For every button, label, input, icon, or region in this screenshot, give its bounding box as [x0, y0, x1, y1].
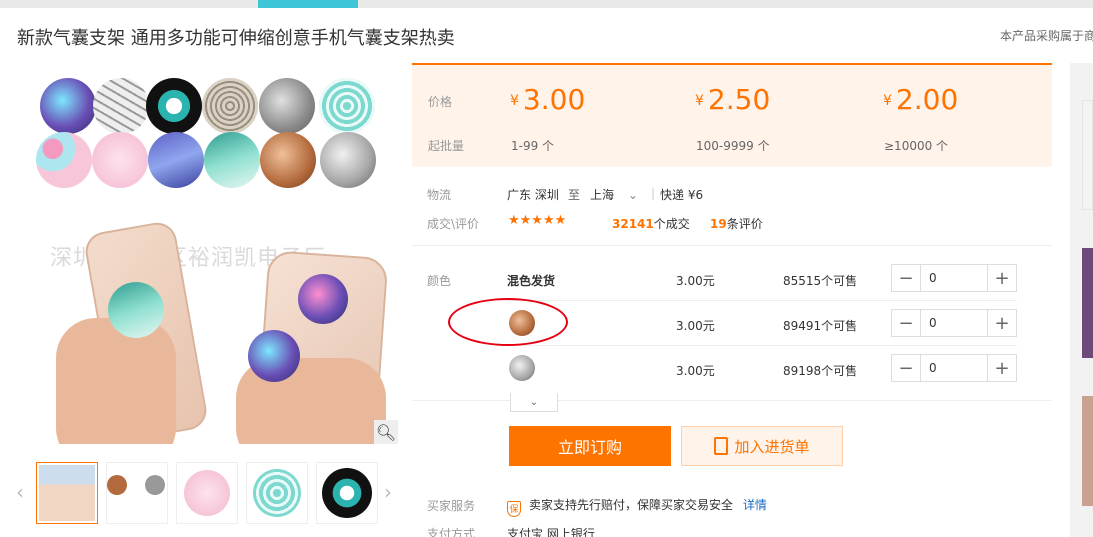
- clipboard-icon: [714, 437, 729, 455]
- thumbnail-item[interactable]: [176, 462, 238, 524]
- qty-tier-1: 1-99 个: [511, 139, 555, 153]
- hand-left: [56, 318, 176, 444]
- quantity-stepper: − 0 +: [891, 354, 1017, 382]
- add-to-cart-button[interactable]: 加入进货单: [681, 426, 843, 466]
- chevron-right-icon[interactable]: ›: [384, 480, 392, 504]
- grip-galaxy-bottom: [248, 330, 300, 382]
- thumbnail-item[interactable]: [36, 462, 98, 524]
- swatch-silver: [320, 132, 376, 188]
- divider: [507, 300, 1017, 301]
- ship-to-select[interactable]: 上海 ⌄: [590, 186, 638, 203]
- quantity-input[interactable]: 0: [920, 310, 988, 336]
- thumbnail-strip: ‹ ›: [0, 458, 400, 528]
- quantity-input[interactable]: 0: [920, 265, 988, 291]
- sku-price: 3.00元: [676, 364, 715, 378]
- plus-button[interactable]: +: [988, 310, 1016, 336]
- grip-wave: [108, 282, 164, 338]
- swatch-pink-glitter: [92, 132, 148, 188]
- order-now-button[interactable]: 立即订购: [509, 426, 671, 466]
- swatch-mint-mandala: [319, 78, 375, 134]
- swatch-mandala-light: [202, 78, 258, 134]
- divider: [412, 245, 1052, 246]
- price-label: 价格: [428, 95, 453, 109]
- recommend-item[interactable]: [1082, 100, 1093, 210]
- moq-label: 起批量: [428, 139, 465, 153]
- recommend-item[interactable]: [1082, 248, 1093, 358]
- qty-tier-2: 100-9999 个: [696, 139, 770, 153]
- rating-stars: ★★★★★: [508, 213, 567, 228]
- sku-swatch-silver[interactable]: [509, 355, 535, 381]
- payment-methods: 支付宝 网上银行: [507, 527, 595, 537]
- swatch-moon: [259, 78, 315, 134]
- chevron-down-icon: ⌄: [529, 396, 539, 408]
- highlight-annotation: [448, 298, 568, 346]
- grip-galaxy-top: [298, 274, 348, 324]
- add-to-cart-label: 加入进货单: [734, 437, 810, 456]
- sku-name: 混色发货: [507, 274, 556, 288]
- deal-count[interactable]: 32141个成交: [612, 215, 690, 232]
- sku-price: 3.00元: [676, 319, 715, 333]
- divider: [412, 400, 1052, 401]
- swatch-marble: [93, 78, 149, 134]
- product-title: 新款气囊支架 通用多功能可伸缩创意手机气囊支架热卖: [17, 28, 455, 49]
- divider: |: [651, 186, 656, 200]
- price-tier-2: ¥2.50: [695, 83, 771, 116]
- service-label: 买家服务: [427, 499, 476, 513]
- quantity-input[interactable]: 0: [920, 355, 988, 381]
- sku-stock: 85515个可售: [783, 274, 858, 288]
- minus-button[interactable]: −: [892, 355, 920, 381]
- thumbnail-item[interactable]: [246, 462, 308, 524]
- top-nav-bar: [0, 0, 1093, 8]
- swatch-wave: [204, 132, 260, 188]
- main-product-image[interactable]: 深圳市龙岗区裕润凯电子厂 shop1427627708: [36, 68, 398, 444]
- swatch-mandala-dark: [146, 78, 202, 134]
- ship-from: 广东 深圳: [507, 188, 559, 202]
- review-count[interactable]: 19条评价: [710, 215, 763, 232]
- service-details-link[interactable]: 详情: [743, 498, 767, 512]
- chevron-left-icon[interactable]: ‹: [16, 480, 24, 504]
- shield-icon: 保: [507, 500, 521, 517]
- qty-tier-3: ≥10000 个: [884, 139, 949, 153]
- ship-to-word: 至: [568, 188, 581, 202]
- plus-button[interactable]: +: [988, 355, 1016, 381]
- procurement-note: 本产品采购属于商: [1000, 29, 1093, 43]
- plus-button[interactable]: +: [988, 265, 1016, 291]
- thumbnail-item[interactable]: [316, 462, 378, 524]
- swatch-purple-pattern: [148, 132, 204, 188]
- sku-price: 3.00元: [676, 274, 715, 288]
- active-nav-tab[interactable]: [258, 0, 358, 8]
- sku-stock: 89491个可售: [783, 319, 858, 333]
- recommend-item[interactable]: [1082, 396, 1093, 506]
- swatch-galaxy: [40, 78, 96, 134]
- expand-sku-button[interactable]: ⌄: [510, 393, 558, 412]
- deals-label: 成交\评价: [427, 217, 480, 231]
- quantity-stepper: − 0 +: [891, 264, 1017, 292]
- payment-label: 支付方式: [427, 527, 476, 537]
- swatch-donuts: [36, 132, 92, 188]
- service-text: 保卖家支持先行赔付，保障买家交易安全 详情: [507, 496, 767, 517]
- swatch-copper: [260, 132, 316, 188]
- express-fee: 快递 ¥6: [660, 188, 704, 202]
- quantity-stepper: − 0 +: [891, 309, 1017, 337]
- color-label: 颜色: [427, 274, 452, 288]
- price-panel: 价格 起批量 ¥3.00 ¥2.50 ¥2.00 1-99 个 100-9999…: [412, 63, 1052, 167]
- chevron-down-icon: ⌄: [627, 188, 638, 202]
- divider: [507, 345, 1017, 346]
- minus-button[interactable]: −: [892, 265, 920, 291]
- logistics-label: 物流: [427, 188, 452, 202]
- minus-button[interactable]: −: [892, 310, 920, 336]
- thumbnail-item[interactable]: [106, 462, 168, 524]
- sku-stock: 89198个可售: [783, 364, 858, 378]
- price-tier-3: ¥2.00: [883, 83, 959, 116]
- price-tier-1: ¥3.00: [510, 83, 586, 116]
- zoom-icon[interactable]: 🔍︎: [374, 420, 398, 444]
